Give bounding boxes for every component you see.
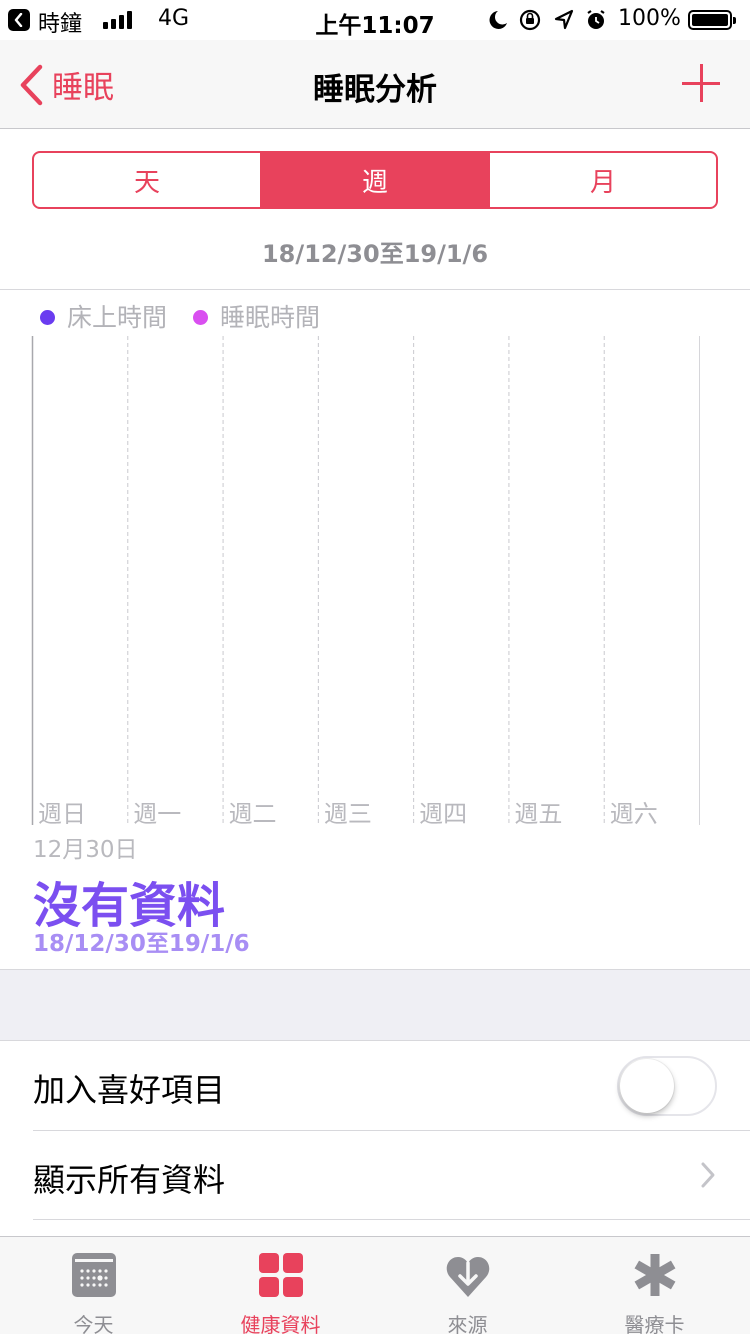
add-data-button[interactable] [682,64,720,102]
sources-icon [446,1257,489,1297]
medical-id-icon [634,1254,675,1296]
tab-health-data[interactable]: 健康資料 [187,1237,374,1337]
legend-label: 床上時間 [67,303,168,332]
today-icon [71,1253,116,1297]
chart-day-label: 週四 [419,800,468,828]
page-title: 睡眠分析 [313,72,437,108]
chart-day-label: 週三 [323,800,372,828]
chart-grid [31,336,700,825]
navigation-bar: 睡眠 睡眠分析 [0,40,750,129]
chevron-right-icon [701,1162,715,1188]
tab-sources[interactable]: 來源 [374,1237,561,1337]
sleep-chart[interactable]: 週日 週一 週二 週三 週四 週五 週六 [0,336,750,828]
legend-dot [40,309,55,325]
health-data-icon [258,1253,303,1297]
tab-bar: 今天 健康資料 來源 醫療卡 [0,1236,750,1337]
rotation-lock-icon [519,9,541,31]
show-all-data-label: 顯示所有資料 [33,1161,226,1199]
add-to-favorites-row[interactable]: 加入喜好項目 [0,1041,750,1131]
segment-day[interactable]: 天 [34,153,260,207]
tab-today[interactable]: 今天 [0,1237,187,1337]
chart-day-label: 週六 [609,800,658,828]
status-icons [489,9,605,31]
location-icon [554,9,574,30]
period-segmented-control: 天 週 月 [32,151,718,209]
date-range-label: 18/12/30至19/1/6 [261,240,489,268]
battery-icon [688,10,736,30]
chart-day-label: 週二 [228,800,277,828]
alarm-icon [587,10,605,29]
segment-week[interactable]: 週 [260,153,488,207]
show-all-data-row[interactable]: 顯示所有資料 [0,1131,750,1221]
selected-range: 18/12/30至19/1/6 [33,931,250,957]
selected-date: 12月30日 [33,837,138,863]
legend-label: 睡眠時間 [220,303,321,332]
segment-month[interactable]: 月 [488,153,716,207]
chart-day-label: 週五 [514,800,563,828]
battery-percent: 100% [618,6,681,31]
section-separator [0,969,750,1041]
legend-item-in-bed: 床上時間 [40,298,167,334]
row-divider [33,1219,750,1220]
chart-day-label: 週一 [133,800,182,828]
status-bar: 時鐘 4G 上午11:07 100% [0,0,750,40]
chart-day-label: 週日 [38,800,86,828]
tab-medical-id[interactable]: 醫療卡 [561,1237,748,1337]
add-to-favorites-label: 加入喜好項目 [33,1071,226,1109]
legend-item-asleep: 睡眠時間 [193,298,320,334]
favorites-toggle[interactable] [617,1056,717,1116]
legend-dot [193,309,208,325]
moon-icon [489,11,507,29]
divider [0,289,750,290]
